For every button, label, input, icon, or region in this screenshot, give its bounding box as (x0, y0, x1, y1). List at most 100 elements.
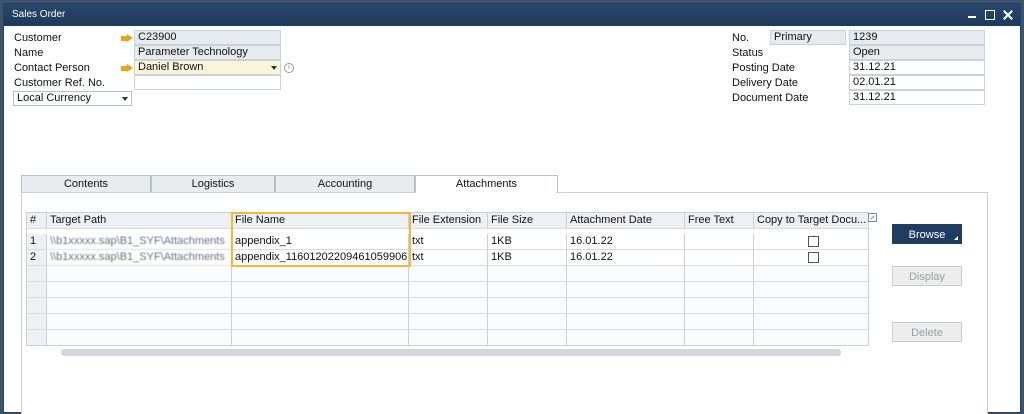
row-number (27, 298, 47, 314)
tab-accounting[interactable]: Accounting (275, 175, 415, 192)
no-label: No. (732, 32, 750, 44)
column-header-file-size[interactable]: File Size (488, 213, 567, 229)
empty-cell (409, 298, 488, 314)
tab-contents[interactable]: Contents (21, 175, 151, 192)
contact-link-arrow-icon[interactable] (121, 64, 133, 73)
empty-cell (409, 314, 488, 330)
browse-button-label: Browse (908, 229, 946, 241)
customer-ref-field[interactable] (134, 75, 281, 90)
empty-cell (567, 330, 685, 345)
empty-cell (232, 282, 409, 298)
row-number (27, 266, 47, 282)
row-number[interactable]: 2 (27, 250, 47, 266)
sales-order-window: Sales Order Customer C23900 Name Paramet… (3, 3, 1021, 414)
currency-select[interactable]: Local Currency (13, 91, 132, 106)
customer-field[interactable]: C23900 (134, 30, 281, 45)
copy-to-target-checkbox[interactable] (808, 252, 819, 263)
target-path-cell[interactable]: \\b1xxxxx.sap\B1_SYF\Attachments (47, 250, 232, 266)
tab-logistics[interactable]: Logistics (151, 175, 275, 192)
browse-button[interactable]: Browse (892, 224, 962, 244)
target-path-cell[interactable]: \\b1xxxxx.sap\B1_SYF\Attachments (47, 234, 232, 250)
table-row[interactable]: 1 \\b1xxxxx.sap\B1_SYF\Attachments appen… (27, 234, 868, 250)
file-name-cell[interactable]: appendix_11601202209461059906l (232, 250, 409, 266)
empty-cell (754, 298, 868, 314)
column-header-attachment-date[interactable]: Attachment Date (567, 213, 685, 229)
column-header-file-extension[interactable]: File Extension (409, 213, 488, 229)
tab-attachments[interactable]: Attachments (415, 175, 558, 193)
chevron-down-icon[interactable] (271, 66, 277, 70)
name-field[interactable]: Parameter Technology (134, 45, 281, 60)
attachment-date-cell[interactable]: 16.01.22 (567, 234, 685, 250)
customer-label: Customer (14, 32, 62, 44)
empty-cell (685, 298, 754, 314)
title-bar[interactable]: Sales Order (4, 4, 1020, 26)
empty-cell (754, 266, 868, 282)
empty-row[interactable] (27, 282, 868, 298)
empty-cell (685, 330, 754, 345)
column-header-copy-to-target[interactable]: Copy to Target Docu... (754, 213, 868, 229)
empty-row[interactable] (27, 298, 868, 314)
file-extension-cell[interactable]: txt (409, 234, 488, 250)
delivery-date-field[interactable]: 02.01.21 (849, 75, 985, 90)
free-text-cell[interactable] (685, 234, 754, 250)
document-date-field[interactable]: 31.12.21 (849, 90, 985, 105)
attachment-date-cell[interactable]: 16.01.22 (567, 250, 685, 266)
empty-cell (488, 282, 567, 298)
delivery-date-label: Delivery Date (732, 77, 799, 89)
row-number (27, 282, 47, 298)
free-text-cell[interactable] (685, 250, 754, 266)
minimize-icon[interactable] (966, 9, 978, 21)
empty-cell (567, 266, 685, 282)
window-controls (966, 4, 1014, 26)
copy-to-target-cell (754, 250, 868, 266)
file-size-cell[interactable]: 1KB (488, 234, 567, 250)
file-name-cell[interactable]: appendix_1 (232, 234, 409, 250)
series-select[interactable]: Primary (770, 30, 846, 45)
display-button[interactable]: Display (892, 266, 962, 286)
file-extension-cell[interactable]: txt (409, 250, 488, 266)
empty-cell (409, 282, 488, 298)
empty-cell (488, 298, 567, 314)
copy-to-target-checkbox[interactable] (808, 236, 819, 247)
column-header-file-name[interactable]: File Name (232, 213, 409, 229)
info-icon[interactable]: i (284, 63, 294, 73)
empty-row[interactable] (27, 330, 868, 345)
column-header-target-path[interactable]: Target Path (47, 213, 232, 229)
doc-number-field[interactable]: 1239 (849, 30, 985, 45)
name-label: Name (14, 47, 44, 59)
column-header-free-text[interactable]: Free Text (685, 213, 754, 229)
horizontal-scrollbar[interactable] (61, 349, 841, 356)
empty-row[interactable] (27, 266, 868, 282)
table-row[interactable]: 2 \\b1xxxxx.sap\B1_SYF\Attachments appen… (27, 250, 868, 266)
empty-cell (567, 298, 685, 314)
attachments-table: # Target Path File Name File Extension F… (26, 212, 869, 346)
contact-person-field[interactable]: Daniel Brown (134, 60, 281, 75)
customer-link-arrow-icon[interactable] (121, 34, 133, 43)
document-date-label: Document Date (732, 92, 809, 104)
column-header-number[interactable]: # (27, 213, 47, 229)
delete-button[interactable]: Delete (892, 322, 962, 342)
chevron-down-icon (122, 97, 128, 101)
status-label: Status (732, 47, 764, 59)
empty-cell (47, 330, 232, 345)
empty-cell (685, 266, 754, 282)
row-number[interactable]: 1 (27, 234, 47, 250)
empty-cell (685, 314, 754, 330)
empty-cell (232, 298, 409, 314)
currency-value: Local Currency (17, 92, 91, 104)
empty-cell (409, 330, 488, 345)
empty-cell (488, 314, 567, 330)
empty-row[interactable] (27, 314, 868, 330)
maximize-icon[interactable] (984, 9, 996, 21)
posting-date-label: Posting Date (732, 62, 795, 74)
file-size-cell[interactable]: 1KB (488, 250, 567, 266)
empty-cell (685, 282, 754, 298)
row-number (27, 314, 47, 330)
empty-cell (232, 266, 409, 282)
expand-icon[interactable] (868, 213, 877, 222)
customer-ref-label: Customer Ref. No. (14, 77, 106, 89)
posting-date-field[interactable]: 31.12.21 (849, 60, 985, 75)
row-number (27, 330, 47, 345)
status-field[interactable]: Open (849, 45, 985, 60)
close-icon[interactable] (1002, 9, 1014, 21)
